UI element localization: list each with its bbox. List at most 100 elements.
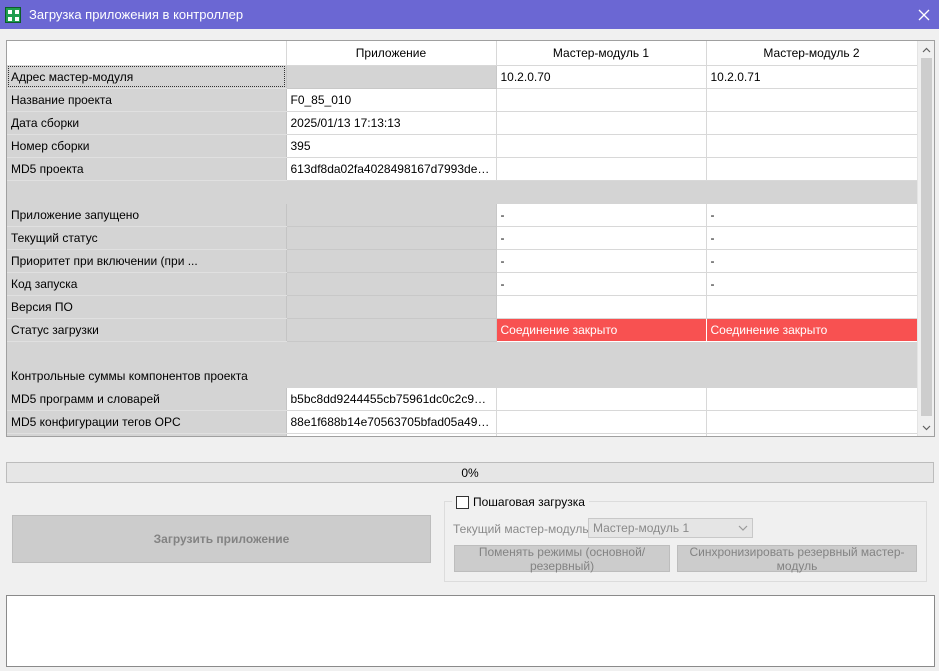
cell-m1[interactable] bbox=[496, 134, 707, 158]
cell-m1[interactable] bbox=[496, 433, 707, 436]
row-label[interactable]: Текущий статус bbox=[7, 226, 287, 250]
cell-app[interactable] bbox=[286, 272, 497, 296]
cell-app[interactable] bbox=[286, 433, 497, 436]
cell-m1[interactable]: - bbox=[496, 226, 707, 250]
table-row: Код запуска - - bbox=[7, 272, 918, 296]
app-icon bbox=[5, 6, 21, 23]
row-label[interactable]: Код запуска bbox=[7, 272, 287, 296]
log-output[interactable] bbox=[6, 595, 935, 667]
cell-m2[interactable]: - bbox=[706, 249, 918, 273]
cell-m2[interactable] bbox=[706, 88, 918, 112]
row-label[interactable]: Статус загрузки bbox=[7, 318, 287, 342]
row-label[interactable]: Номер сборки bbox=[7, 134, 287, 158]
table-header-row: Приложение Мастер-модуль 1 Мастер-модуль… bbox=[7, 41, 918, 66]
cell-m2[interactable] bbox=[706, 433, 918, 436]
current-module-label: Текущий мастер-модуль: bbox=[453, 522, 592, 536]
scroll-up-button[interactable] bbox=[918, 41, 934, 58]
cell-m2[interactable] bbox=[706, 157, 918, 181]
vertical-scrollbar[interactable] bbox=[917, 41, 934, 436]
status-cell-m2[interactable]: Соединение закрыто bbox=[706, 318, 918, 342]
upload-progress-bar: 0% bbox=[6, 462, 934, 483]
cell-m2[interactable] bbox=[706, 134, 918, 158]
cell-m1 bbox=[496, 180, 707, 204]
cell-m1[interactable] bbox=[496, 387, 707, 411]
chevron-up-icon bbox=[922, 47, 931, 52]
cell-app[interactable] bbox=[286, 203, 497, 227]
column-header-m1[interactable]: Мастер-модуль 1 bbox=[496, 41, 707, 66]
row-label bbox=[7, 341, 287, 365]
scroll-thumb[interactable] bbox=[921, 58, 932, 416]
cell-app[interactable] bbox=[286, 226, 497, 250]
cell-m2[interactable]: - bbox=[706, 226, 918, 250]
column-header-app[interactable]: Приложение bbox=[286, 41, 497, 66]
section-row: Контрольные суммы компонентов проекта bbox=[7, 364, 918, 388]
table-row: MD5 программ и словарей b5bc8dd9244455cb… bbox=[7, 387, 918, 411]
cell-app[interactable]: 88e1f688b14e70563705bfad05a49817 bbox=[286, 410, 497, 434]
cell-m2[interactable] bbox=[706, 387, 918, 411]
cell-m2 bbox=[706, 180, 918, 204]
table-row: Статус загрузки Соединение закрыто Соеди… bbox=[7, 318, 918, 342]
cell-m2[interactable]: 10.2.0.71 bbox=[706, 65, 918, 89]
cell-app[interactable] bbox=[286, 65, 497, 89]
cell-m1[interactable]: - bbox=[496, 272, 707, 296]
column-header bbox=[7, 41, 287, 66]
window-title: Загрузка приложения в контроллер bbox=[29, 7, 244, 22]
step-load-checkbox[interactable] bbox=[456, 495, 469, 509]
row-label[interactable]: Дата сборки bbox=[7, 111, 287, 135]
cell-app[interactable]: 395 bbox=[286, 134, 497, 158]
cell-m1[interactable] bbox=[496, 157, 707, 181]
cell-m2 bbox=[706, 364, 918, 388]
cell-m1[interactable] bbox=[496, 295, 707, 319]
row-label[interactable]: Приложение запущено bbox=[7, 203, 287, 227]
current-module-select[interactable]: Мастер-модуль 1 bbox=[588, 518, 753, 538]
row-label[interactable]: Название проекта bbox=[7, 88, 287, 112]
row-label[interactable] bbox=[7, 433, 287, 436]
cell-m2[interactable]: - bbox=[706, 272, 918, 296]
cell-m1 bbox=[496, 364, 707, 388]
cell-m1[interactable] bbox=[496, 88, 707, 112]
cell-m2[interactable]: - bbox=[706, 203, 918, 227]
cell-app[interactable]: 2025/01/13 17:13:13 bbox=[286, 111, 497, 135]
column-header-m2[interactable]: Мастер-модуль 2 bbox=[706, 41, 918, 66]
load-application-button[interactable]: Загрузить приложение bbox=[12, 515, 431, 563]
status-cell-m1[interactable]: Соединение закрыто bbox=[496, 318, 707, 342]
cell-app[interactable] bbox=[286, 318, 497, 342]
cell-m1[interactable]: - bbox=[496, 249, 707, 273]
cell-m2[interactable] bbox=[706, 295, 918, 319]
row-label[interactable]: Приоритет при включении (при ... bbox=[7, 249, 287, 273]
table-row: Адрес мастер-модуля 10.2.0.70 10.2.0.71 bbox=[7, 65, 918, 89]
cell-app bbox=[286, 364, 497, 388]
info-table-container: Приложение Мастер-модуль 1 Мастер-модуль… bbox=[6, 40, 935, 437]
cell-m1[interactable]: 10.2.0.70 bbox=[496, 65, 707, 89]
cell-app[interactable] bbox=[286, 295, 497, 319]
current-module-value: Мастер-модуль 1 bbox=[593, 521, 690, 535]
cell-app[interactable]: F0_85_010 bbox=[286, 88, 497, 112]
step-load-legend[interactable]: Пошаговая загрузка bbox=[452, 495, 589, 509]
table-row: Дата сборки 2025/01/13 17:13:13 bbox=[7, 111, 918, 135]
swap-modes-button[interactable]: Поменять режимы (основной/резервный) bbox=[454, 545, 670, 573]
cell-m2 bbox=[706, 341, 918, 365]
close-icon bbox=[918, 9, 930, 20]
row-label[interactable]: Адрес мастер-модуля bbox=[7, 65, 287, 89]
cell-m1[interactable]: - bbox=[496, 203, 707, 227]
row-label[interactable]: MD5 конфигурации тегов OPC bbox=[7, 410, 287, 434]
cell-app[interactable] bbox=[286, 249, 497, 273]
cell-app[interactable]: 613df8da02fa4028498167d7993de2a9 bbox=[286, 157, 497, 181]
row-label[interactable]: MD5 программ и словарей bbox=[7, 387, 287, 411]
cell-app[interactable]: b5bc8dd9244455cb75961dc0c2c99dbf bbox=[286, 387, 497, 411]
progress-text: 0% bbox=[461, 465, 479, 480]
row-label[interactable]: MD5 проекта bbox=[7, 157, 287, 181]
cell-m1[interactable] bbox=[496, 410, 707, 434]
close-button[interactable] bbox=[909, 0, 939, 29]
cell-m1[interactable] bbox=[496, 111, 707, 135]
cell-m2[interactable] bbox=[706, 410, 918, 434]
sync-backup-button[interactable]: Синхронизировать резервный мастер-модуль bbox=[677, 545, 917, 573]
step-load-label[interactable]: Пошаговая загрузка bbox=[473, 495, 585, 509]
scroll-down-button[interactable] bbox=[918, 419, 934, 436]
row-label[interactable]: Версия ПО bbox=[7, 295, 287, 319]
table-row: Приложение запущено - - bbox=[7, 203, 918, 227]
info-table: Приложение Мастер-модуль 1 Мастер-модуль… bbox=[7, 41, 918, 436]
chevron-down-icon bbox=[922, 425, 931, 430]
table-row: Приоритет при включении (при ... - - bbox=[7, 249, 918, 273]
cell-m2[interactable] bbox=[706, 111, 918, 135]
